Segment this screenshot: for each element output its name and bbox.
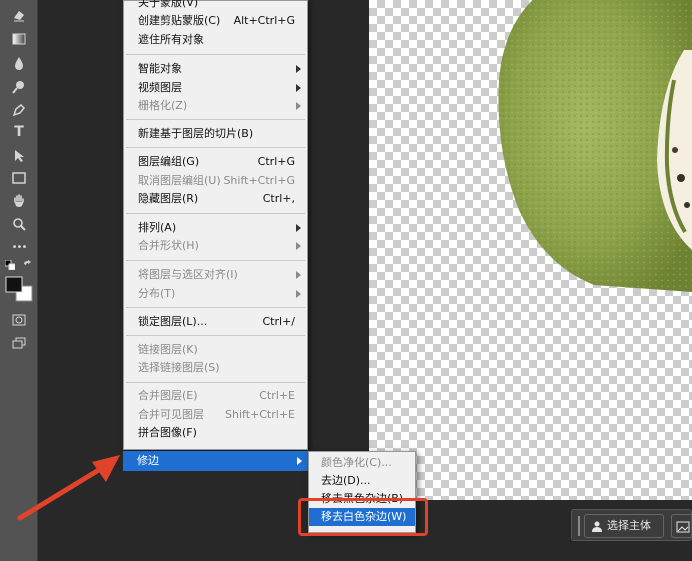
zoom-icon[interactable] [0,213,38,235]
menu-item-rasterize[interactable]: 栅格化(Z) [124,97,307,115]
menu-separator [126,147,305,148]
contextual-task-bar: 选择主体 [571,509,692,541]
menu-item-combine-shapes[interactable]: 合并形状(H) [124,237,307,255]
select-subject-label: 选择主体 [607,519,651,532]
menu-item-about-mask[interactable]: 关于蒙版(V) [124,0,307,12]
menu-item-select-linked-layers[interactable]: 选择链接图层(S) [124,359,307,377]
type-tool[interactable]: T [0,121,38,143]
shortcut: Ctrl+/ [262,315,296,328]
menu-item-matting[interactable]: 修边 [123,451,308,471]
menu-item-mask-all-objects[interactable]: 遮住所有对象 [124,31,307,49]
menu-separator [126,54,305,55]
shortcut: Shift+Ctrl+G [223,174,295,187]
submenu-arrow-icon [296,224,301,232]
menu-item-distribute[interactable]: 分布(T) [124,285,307,303]
submenu-arrow-icon [296,290,301,298]
submenu-arrow-icon [296,271,301,279]
menu-separator [126,307,305,308]
menu-item-merge-visible[interactable]: 合并可见图层 Shift+Ctrl+E [124,406,307,424]
more-icon[interactable]: ••• [0,236,38,258]
quick-mask-icon[interactable] [0,309,38,331]
shortcut: Ctrl+G [257,155,295,168]
menu-item-video-layers[interactable]: 视频图层 [124,79,307,97]
menu-item-group-layers[interactable]: 图层编组(G) Ctrl+G [124,153,307,171]
menu-separator [126,119,305,120]
shortcut: Ctrl+, [262,192,295,205]
shortcut: Alt+Ctrl+G [233,14,295,27]
document-canvas[interactable] [369,0,692,500]
cake-roll-image [498,0,692,292]
drag-handle[interactable] [578,516,580,536]
menu-item-new-layer-based-slice[interactable]: 新建基于图层的切片(B) [124,125,307,143]
submenu-item-defringe[interactable]: 去边(D)... [309,472,415,490]
highlight-callout-box [298,498,428,536]
menu-item-flatten-image[interactable]: 拼合图像(F) [124,424,307,442]
screen-mode-icon[interactable] [0,332,38,354]
menu-item-merge-layers[interactable]: 合并图层(E) Ctrl+E [124,387,307,405]
color-swatches[interactable] [5,276,33,302]
person-icon [592,521,602,532]
submenu-arrow-icon [296,65,301,73]
submenu-item-color-decontaminate[interactable]: 颜色净化(C)... [309,454,415,472]
menu-item-hide-layers[interactable]: 隐藏图层(R) Ctrl+, [124,190,307,208]
shortcut: Ctrl+E [259,389,295,402]
menu-separator [126,260,305,261]
path-select-icon[interactable] [0,145,38,167]
dodge-icon[interactable] [0,76,38,98]
hand-icon[interactable] [0,190,38,212]
menu-item-arrange[interactable]: 排列(A) [124,219,307,237]
menu-item-align-to-selection[interactable]: 将图层与选区对齐(I) [124,266,307,284]
pen-icon[interactable] [0,99,38,121]
menu-item-link-layers[interactable]: 链接图层(K) [124,341,307,359]
shortcut: Shift+Ctrl+E [225,408,295,421]
menu-item-lock-layers[interactable]: 锁定图层(L)... Ctrl+/ [124,313,307,331]
menu-item-create-clipping-mask[interactable]: 创建剪贴蒙版(C) Alt+Ctrl+G [124,12,307,30]
rectangle-icon[interactable] [0,167,38,189]
gradient-icon[interactable] [0,28,38,50]
layer-context-menu: 关于蒙版(V) 创建剪贴蒙版(C) Alt+Ctrl+G 遮住所有对象 智能对象 … [123,0,308,450]
select-subject-button[interactable]: 选择主体 [584,514,664,538]
submenu-arrow-icon [296,242,301,250]
image-icon[interactable] [671,514,692,538]
submenu-arrow-icon [296,84,301,92]
menu-separator [126,213,305,214]
submenu-arrow-icon [296,102,301,110]
submenu-arrow-icon [297,457,302,465]
tools-panel: T ••• [0,0,38,561]
menu-item-smart-object[interactable]: 智能对象 [124,60,307,78]
default-colors-icon[interactable] [4,259,16,271]
menu-separator [126,335,305,336]
swap-colors-icon[interactable] [22,259,34,271]
blur-drop-icon[interactable] [0,52,38,74]
eraser-icon[interactable] [0,4,38,26]
menu-separator [126,382,305,383]
menu-item-ungroup-layers[interactable]: 取消图层编组(U) Shift+Ctrl+G [124,172,307,190]
